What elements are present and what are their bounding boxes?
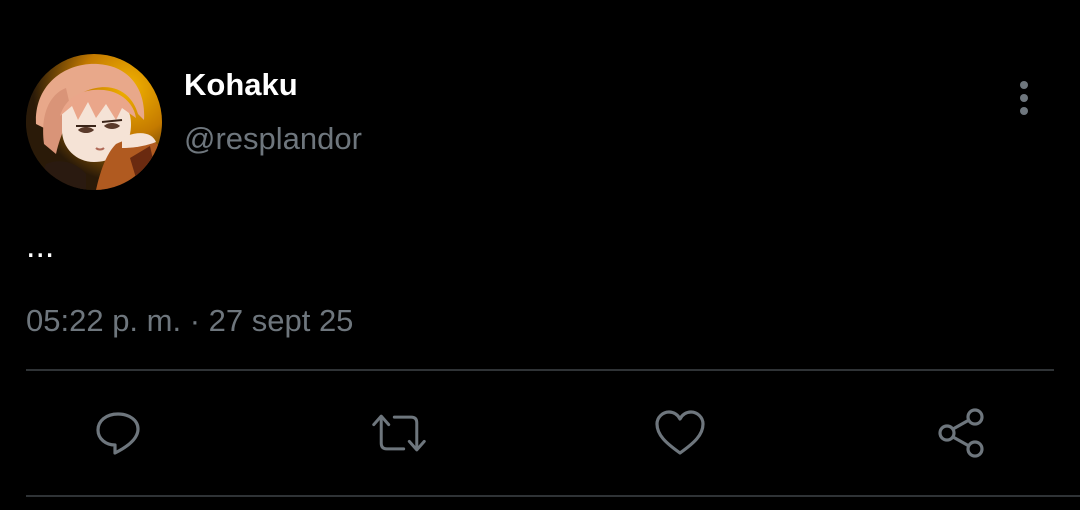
author-display-name[interactable]: Kohaku	[184, 66, 298, 104]
avatar[interactable]	[26, 54, 162, 190]
retweet-icon	[372, 414, 426, 452]
divider	[26, 369, 1054, 371]
tweet-timestamp: 05:22 p. m. · 27 sept 25	[26, 303, 354, 338]
divider	[26, 495, 1080, 497]
more-options-button[interactable]	[1004, 78, 1044, 118]
more-vertical-icon	[1020, 81, 1028, 115]
avatar-image	[26, 54, 162, 190]
like-button[interactable]	[651, 404, 709, 462]
tweet-text: ...	[26, 227, 55, 265]
reply-icon	[96, 412, 140, 455]
action-bar	[0, 404, 1080, 462]
share-button[interactable]	[933, 404, 991, 462]
retweet-button[interactable]	[370, 404, 428, 462]
heart-icon	[655, 410, 705, 455]
tweet-detail: Kohaku @resplandor ... 05:22 p. m. · 27 …	[0, 0, 1080, 510]
reply-button[interactable]	[89, 404, 147, 462]
share-icon	[938, 408, 984, 458]
author-handle[interactable]: @resplandor	[184, 120, 362, 158]
